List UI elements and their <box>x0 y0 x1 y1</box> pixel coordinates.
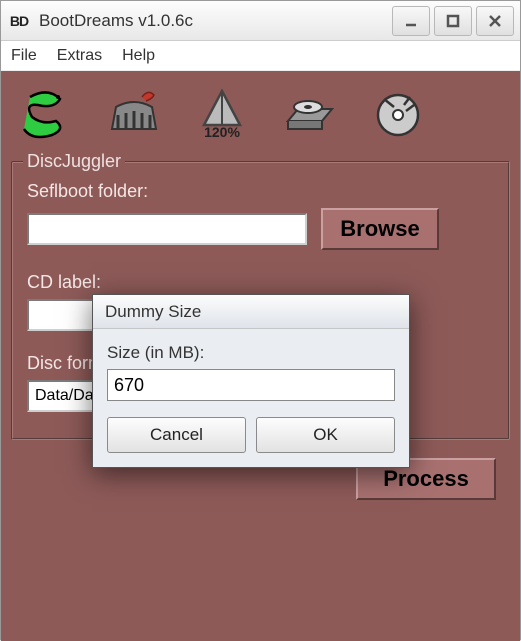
app-icon: BD <box>7 9 31 33</box>
toolbar: 120% <box>11 79 510 155</box>
selfboot-label: Seflboot folder: <box>27 181 494 202</box>
discjuggler-tool[interactable] <box>15 83 77 143</box>
ok-button[interactable]: OK <box>256 417 395 453</box>
size-input[interactable] <box>107 369 395 401</box>
menu-help[interactable]: Help <box>122 47 155 65</box>
menubar: File Extras Help <box>1 41 520 71</box>
titlebar: BD BootDreams v1.0.6c <box>1 1 520 41</box>
dialog-body: Size (in MB): Cancel OK <box>93 329 409 467</box>
browse-button[interactable]: Browse <box>321 208 439 250</box>
close-icon <box>488 14 502 28</box>
dummy-size-dialog: Dummy Size Size (in MB): Cancel OK <box>92 294 410 468</box>
close-button[interactable] <box>476 6 514 36</box>
maximize-button[interactable] <box>434 6 472 36</box>
group-legend: DiscJuggler <box>23 151 125 172</box>
colosseum-icon <box>106 85 162 141</box>
alcohol-tool[interactable]: 120% <box>191 83 253 143</box>
disc-icon <box>370 85 426 141</box>
menu-file[interactable]: File <box>11 47 37 65</box>
minimize-button[interactable] <box>392 6 430 36</box>
cancel-button[interactable]: Cancel <box>107 417 246 453</box>
cdlabel-label: CD label: <box>27 272 494 293</box>
menu-extras[interactable]: Extras <box>57 47 102 65</box>
minimize-icon <box>404 14 418 28</box>
svg-text:120%: 120% <box>204 124 240 140</box>
cdrecord-tool[interactable] <box>367 83 429 143</box>
snake-icon <box>18 85 74 141</box>
maximize-icon <box>446 14 460 28</box>
size-label: Size (in MB): <box>107 343 395 363</box>
window-controls <box>392 6 514 36</box>
selfboot-input[interactable] <box>27 213 307 245</box>
window-title: BootDreams v1.0.6c <box>39 11 392 31</box>
disc-drive-icon <box>282 85 338 141</box>
imgburn-tool[interactable] <box>279 83 341 143</box>
nero-tool[interactable] <box>103 83 165 143</box>
dialog-title: Dummy Size <box>93 295 409 329</box>
a120-icon: 120% <box>194 85 250 141</box>
